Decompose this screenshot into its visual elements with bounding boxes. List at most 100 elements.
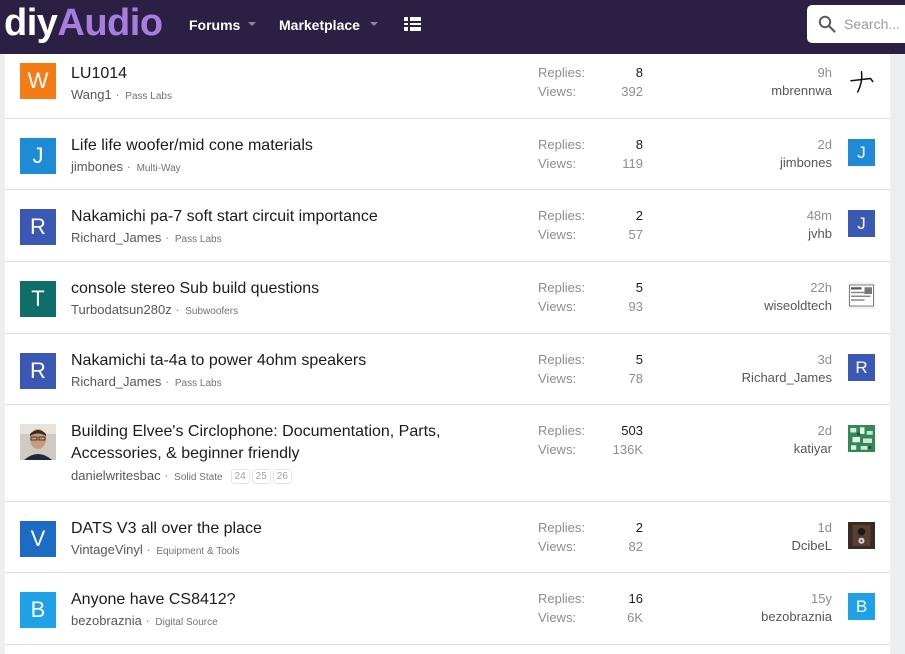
replies-label: Replies: <box>538 208 585 223</box>
thread-forum-link[interactable]: Multi-Way <box>137 163 181 174</box>
thread-row[interactable]: J Life life woofer/mid cone materials jimb… <box>5 119 890 190</box>
thread-row[interactable]: V DATS V3 all over the place VintageVinyl … <box>5 502 890 573</box>
meta-separator: · <box>142 542 155 557</box>
latest-poster-link[interactable]: mbrennwa <box>771 83 832 98</box>
thread-forum-link[interactable]: Pass Labs <box>175 234 222 245</box>
author-avatar[interactable]: W <box>20 63 56 99</box>
thread-row[interactable]: B Anyone have CS8412? bezobraznia · Digita… <box>5 573 890 645</box>
latest-poster-avatar[interactable]: J <box>848 210 875 237</box>
page-link[interactable]: 24 <box>230 469 250 484</box>
latest-poster-avatar[interactable] <box>848 68 875 95</box>
thread-meta: jimbones · Multi-Way <box>71 159 181 174</box>
thread-list: W LU1014 Wang1 · Pass Labs Replies: 8 Views: 3… <box>5 54 890 654</box>
latest-poster-link[interactable]: wiseoldtech <box>764 298 832 313</box>
page-link[interactable]: 25 <box>251 469 271 484</box>
latest-poster-link[interactable]: jvhb <box>808 226 832 241</box>
latest-poster-avatar[interactable] <box>848 282 875 309</box>
latest-poster-avatar[interactable]: B <box>848 593 875 620</box>
thread-author-link[interactable]: VintageVinyl <box>71 542 143 557</box>
thread-title-link[interactable]: console stereo Sub build questions <box>71 278 461 300</box>
latest-post-time[interactable]: 15y <box>811 591 832 606</box>
search-input[interactable]: Search... <box>844 16 900 32</box>
replies-count: 16 <box>628 591 643 606</box>
thread-row[interactable]: R Nakamichi pa-7 soft start circuit impor… <box>5 190 890 262</box>
latest-poster-link[interactable]: katiyar <box>794 441 832 456</box>
thread-author-link[interactable]: Turbodatsun280z <box>71 302 172 317</box>
thread-meta: VintageVinyl · Equipment & Tools <box>71 542 240 557</box>
views-label: Views: <box>538 299 577 314</box>
thread-author-link[interactable]: bezobraznia <box>71 613 142 628</box>
latest-post-time[interactable]: 2d <box>818 423 832 438</box>
thread-row[interactable]: Tconsole stereo Sub build questions Turbo… <box>5 262 890 334</box>
thread-forum-link[interactable]: Solid State <box>174 472 222 483</box>
views-count: 136K <box>612 442 643 457</box>
latest-poster-avatar[interactable]: R <box>848 354 875 381</box>
search-box[interactable]: Search... <box>807 5 905 43</box>
views-label: Views: <box>538 371 577 386</box>
replies-count: 2 <box>635 208 643 223</box>
thread-row[interactable]: R Nakamichi ta-4a to power 4ohm speakers R… <box>5 334 890 405</box>
meta-separator: · <box>161 230 173 245</box>
thread-row[interactable]: W LU1014 Wang1 · Pass Labs Replies: 8 Views: 3… <box>5 54 890 119</box>
latest-post-time[interactable]: 9h <box>818 65 832 80</box>
views-count: 78 <box>628 371 643 386</box>
thread-author-link[interactable]: jimbones <box>71 159 123 174</box>
views-label: Views: <box>538 442 577 457</box>
whats-new-list-icon[interactable] <box>404 17 421 31</box>
replies-count: 2 <box>635 520 643 535</box>
latest-post-time[interactable]: 48m <box>807 208 832 223</box>
thread-forum-link[interactable]: Subwoofers <box>185 306 238 317</box>
latest-post-time[interactable]: 3d <box>818 352 832 367</box>
author-avatar[interactable]: V <box>20 521 56 557</box>
views-label: Views: <box>538 610 577 625</box>
author-avatar[interactable]: J <box>20 138 56 174</box>
latest-poster-avatar[interactable] <box>848 522 875 549</box>
author-avatar[interactable]: T <box>20 281 56 317</box>
views-count: 119 <box>622 156 643 171</box>
thread-title-link[interactable]: DATS V3 all over the place <box>71 518 461 540</box>
thread-row[interactable]: Building Elvee's Circlophone: Documentat… <box>5 405 890 502</box>
thread-title-link[interactable]: Anyone have CS8412? <box>71 589 461 611</box>
thread-title-link[interactable]: LU1014 <box>71 63 461 85</box>
latest-poster-avatar[interactable] <box>848 425 875 452</box>
author-avatar[interactable]: R <box>20 353 56 389</box>
thread-title-link[interactable]: Nakamichi ta-4a to power 4ohm speakers <box>71 350 461 372</box>
latest-poster-link[interactable]: bezobraznia <box>761 609 832 624</box>
replies-label: Replies: <box>538 65 585 80</box>
replies-label: Replies: <box>538 352 585 367</box>
forums-dropdown-caret-icon[interactable] <box>248 22 256 26</box>
latest-post-time[interactable]: 2d <box>818 137 832 152</box>
nav-tab-marketplace[interactable]: Marketplace <box>279 0 360 50</box>
marketplace-dropdown-caret-icon[interactable] <box>370 22 378 26</box>
thread-forum-link[interactable]: Pass Labs <box>125 91 172 102</box>
thread-author-link[interactable]: Richard_James <box>71 230 161 245</box>
views-count: 6K <box>627 610 643 625</box>
meta-separator: · <box>123 159 135 174</box>
author-avatar[interactable]: B <box>20 592 56 628</box>
latest-poster-avatar[interactable]: J <box>848 139 875 166</box>
latest-poster-link[interactable]: DcibeL <box>792 538 832 553</box>
author-avatar[interactable]: R <box>20 209 56 245</box>
thread-author-link[interactable]: Richard_James <box>71 374 161 389</box>
thread-forum-link[interactable]: Digital Source <box>155 617 217 628</box>
thread-title-link[interactable]: Life life woofer/mid cone materials <box>71 135 461 157</box>
thread-forum-link[interactable]: Pass Labs <box>175 378 222 389</box>
author-avatar[interactable] <box>20 424 56 460</box>
thread-author-link[interactable]: danielwritesbac <box>71 468 161 483</box>
thread-title-link[interactable]: Building Elvee's Circlophone: Documentat… <box>71 421 461 465</box>
page-link[interactable]: 26 <box>272 469 292 484</box>
latest-poster-link[interactable]: Richard_James <box>742 370 832 385</box>
thread-meta: Turbodatsun280z · Subwoofers <box>71 302 238 317</box>
replies-label: Replies: <box>538 423 585 438</box>
thread-meta: danielwritesbac · Solid State 24 25 26 <box>71 467 294 484</box>
site-logo[interactable]: diyAudio <box>4 0 163 54</box>
nav-tab-forums[interactable]: Forums <box>189 0 240 50</box>
latest-poster-link[interactable]: jimbones <box>780 155 832 170</box>
thread-meta: Richard_James · Pass Labs <box>71 230 222 245</box>
latest-post-time[interactable]: 1d <box>818 520 832 535</box>
thread-author-link[interactable]: Wang1 <box>71 87 112 102</box>
thread-title-link[interactable]: Nakamichi pa-7 soft start circuit import… <box>71 206 461 228</box>
thread-forum-link[interactable]: Equipment & Tools <box>156 546 239 557</box>
latest-post-time[interactable]: 22h <box>810 280 832 295</box>
thread-meta: bezobraznia · Digital Source <box>71 613 218 628</box>
